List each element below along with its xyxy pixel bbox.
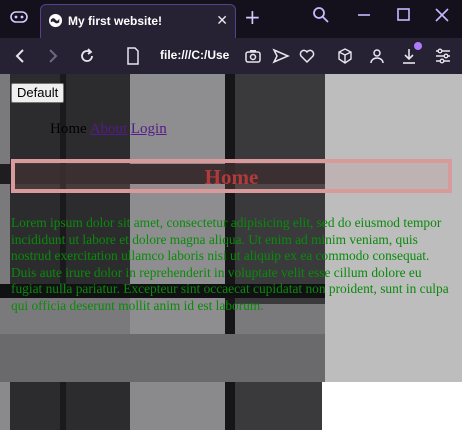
gamepad-icon[interactable]	[10, 10, 28, 24]
download-icon[interactable]	[400, 47, 418, 65]
nav-menu: Home About Login	[50, 121, 167, 138]
heart-icon[interactable]	[298, 47, 316, 65]
settings-icon[interactable]	[434, 47, 452, 65]
heading-box: Home	[11, 159, 452, 193]
tab-close-icon[interactable]: ✕	[216, 13, 228, 29]
back-icon[interactable]	[11, 47, 29, 65]
camera-icon[interactable]	[244, 47, 262, 65]
tab-title: My first website!	[68, 14, 163, 28]
body-paragraph: Lorem ipsum dolor sit amet, consectetur …	[11, 215, 449, 313]
url-field[interactable]: file:///C:/Use	[160, 48, 229, 62]
address-bar: file:///C:/Use	[0, 38, 462, 74]
close-icon[interactable]	[434, 6, 450, 24]
forward-icon[interactable]	[44, 47, 62, 65]
cube-icon[interactable]	[336, 47, 354, 65]
menu-login-link[interactable]: Login	[131, 121, 167, 137]
reload-icon[interactable]	[78, 47, 96, 65]
minimize-icon[interactable]	[356, 6, 372, 24]
maximize-icon[interactable]	[396, 6, 412, 24]
menu-about-link[interactable]: About	[90, 121, 128, 137]
menu-home: Home	[50, 121, 87, 137]
download-badge	[414, 42, 422, 50]
profile-icon[interactable]	[368, 47, 386, 65]
background-image-repeat	[0, 382, 462, 430]
globe-icon	[48, 13, 63, 28]
tab-bar: My first website! ✕ +	[0, 0, 462, 38]
page-icon	[127, 47, 139, 65]
search-icon[interactable]	[312, 6, 330, 24]
active-tab[interactable]: My first website! ✕	[40, 4, 236, 38]
new-tab-icon[interactable]: +	[244, 6, 261, 28]
page-heading: Home	[204, 165, 259, 189]
page-viewport: Default Home About Login Home Lorem ipsu…	[0, 74, 462, 430]
send-icon[interactable]	[272, 47, 290, 65]
default-button[interactable]: Default	[11, 83, 65, 103]
